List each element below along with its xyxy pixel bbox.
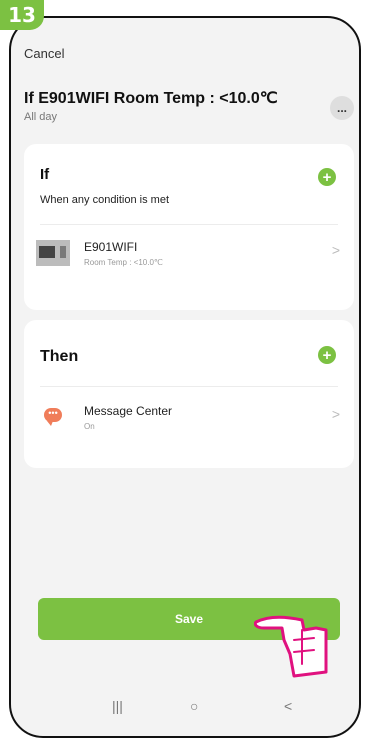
step-badge: 13 bbox=[0, 0, 44, 30]
action-name: Message Center bbox=[84, 404, 173, 418]
system-navigation-bar: ||| ○ < bbox=[0, 698, 366, 722]
divider bbox=[40, 224, 338, 225]
recent-apps-button[interactable]: ||| bbox=[112, 698, 123, 714]
divider bbox=[40, 386, 338, 387]
condition-device-name: E901WIFI bbox=[84, 240, 138, 254]
thermostat-device-icon bbox=[36, 240, 70, 266]
schedule-subtitle: All day bbox=[24, 111, 58, 123]
if-heading: If bbox=[40, 166, 50, 183]
action-state: On bbox=[84, 422, 95, 431]
then-heading: Then bbox=[40, 348, 79, 365]
back-button[interactable]: < bbox=[284, 698, 292, 714]
chevron-right-icon: > bbox=[331, 406, 340, 422]
page-title: If E901WIFI Room Temp : <10.0℃ bbox=[24, 90, 278, 107]
chevron-right-icon: > bbox=[331, 242, 340, 258]
pointing-hand-icon bbox=[254, 615, 328, 678]
if-card: If + When any condition is met E901WIFI … bbox=[24, 144, 354, 310]
then-card: Then + ••• Message Center On > bbox=[24, 320, 354, 468]
action-item[interactable]: ••• Message Center On > bbox=[24, 396, 354, 448]
cancel-button[interactable]: Cancel bbox=[24, 46, 64, 61]
condition-mode-selector[interactable]: When any condition is met bbox=[40, 194, 169, 206]
add-action-button[interactable]: + bbox=[318, 346, 336, 364]
condition-item[interactable]: E901WIFI Room Temp : <10.0℃ > bbox=[24, 232, 354, 284]
message-bubble-icon: ••• bbox=[44, 408, 62, 426]
add-condition-button[interactable]: + bbox=[318, 168, 336, 186]
condition-detail: Room Temp : <10.0℃ bbox=[84, 258, 163, 267]
home-button[interactable]: ○ bbox=[190, 698, 198, 714]
more-options-button[interactable]: ... bbox=[330, 96, 354, 120]
